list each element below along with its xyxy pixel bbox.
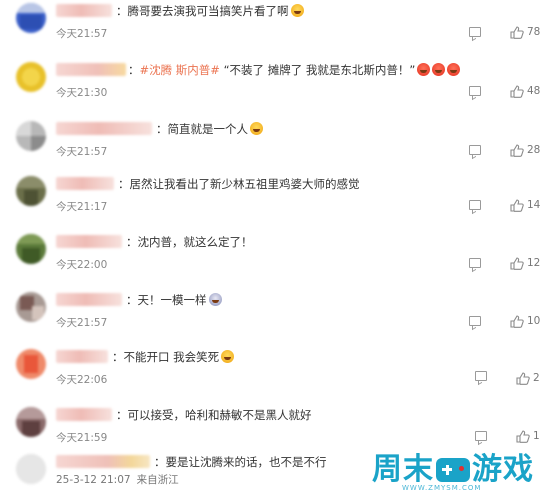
comment-text: ：居然让我看出了新少林五祖里鸡婆大师的感觉 — [118, 177, 360, 191]
comment-time: 今天22:00 — [56, 259, 108, 271]
username-blurred[interactable] — [56, 293, 122, 306]
comment-time: 今天22:06 — [56, 374, 108, 386]
comment-item: ：腾哥要去演我可当搞笑片看了啊 今天21:57 78 — [0, 0, 550, 58]
laugh-cry-emoji-icon — [447, 63, 461, 76]
like-count: 48 — [527, 85, 541, 97]
comment-text: ：要是让沈腾来的话，也不是不行 — [154, 455, 327, 469]
like-count: 28 — [527, 144, 541, 156]
comment-time: 今天21:17 — [56, 201, 108, 213]
username-blurred[interactable] — [56, 122, 152, 135]
comment-text: ：天！一模一样 — [126, 289, 222, 311]
reply-icon[interactable] — [469, 258, 481, 268]
site-url: WWW.ZMYSM.COM — [402, 484, 482, 492]
reply-icon[interactable] — [469, 27, 481, 37]
username-blurred[interactable] — [56, 350, 108, 363]
comment-time: 今天21:57 — [56, 146, 108, 158]
username-blurred[interactable] — [56, 235, 122, 248]
thumbs-up-icon[interactable] — [510, 315, 524, 328]
reply-icon[interactable] — [475, 371, 487, 381]
comment-time: 今天21:59 — [56, 432, 108, 444]
comment-item: ：沈内普，就这么定了！ 今天22:00 12 — [0, 231, 550, 289]
username-blurred[interactable] — [56, 408, 112, 421]
laugh-cry-emoji-icon — [432, 63, 446, 76]
username-blurred[interactable] — [56, 455, 150, 468]
thumbs-up-icon[interactable] — [510, 144, 524, 157]
comment-text: ：不能开口 我会笑死 — [112, 346, 235, 368]
username-blurred[interactable] — [56, 63, 126, 76]
avatar[interactable] — [16, 454, 46, 484]
gamepad-icon — [436, 458, 470, 482]
thumbs-up-icon[interactable] — [510, 26, 524, 39]
site-logo: 周末 游戏 — [372, 452, 534, 487]
reply-icon[interactable] — [469, 86, 481, 96]
like-count: 12 — [527, 257, 541, 269]
thumbs-up-icon[interactable] — [516, 372, 530, 385]
comment-item: ：简直就是一个人 今天21:57 28 — [0, 118, 550, 176]
comment-item: ：#沈腾 斯内普# “不装了 摊牌了 我就是东北斯内普！” 今天21:30 48 — [0, 59, 550, 117]
topic-link[interactable]: #沈腾 斯内普# — [140, 63, 220, 77]
laugh-emoji-icon — [290, 4, 304, 17]
like-count: 78 — [527, 26, 541, 38]
like-count: 14 — [527, 199, 541, 211]
like-count: 1 — [533, 430, 540, 442]
avatar[interactable] — [16, 234, 46, 264]
comment-text: ：可以接受，哈利和赫敏不是黑人就好 — [116, 408, 312, 422]
avatar[interactable] — [16, 176, 46, 206]
comment-text: ：简直就是一个人 — [156, 118, 263, 140]
comment-location: 来自浙江 — [136, 474, 179, 486]
avatar[interactable] — [16, 3, 46, 33]
comment-text: ：#沈腾 斯内普# “不装了 摊牌了 我就是东北斯内普！” — [128, 59, 461, 81]
comment-time: 今天21:30 — [56, 87, 108, 99]
comment-item: ：不能开口 我会笑死 今天22:06 2 — [0, 346, 550, 404]
avatar[interactable] — [16, 349, 46, 379]
comment-item: ：天！一模一样 今天21:57 10 — [0, 289, 550, 347]
reply-icon[interactable] — [469, 200, 481, 210]
comment-time: 今天21:57 — [56, 317, 108, 329]
laugh-cry-emoji-icon — [417, 63, 431, 76]
thumbs-up-icon[interactable] — [510, 199, 524, 212]
comment-time: 25-3-12 21:07 来自浙江 — [56, 474, 179, 486]
thumbs-up-icon[interactable] — [516, 430, 530, 443]
laugh-emoji-icon — [250, 122, 263, 135]
shocked-emoji-icon — [208, 293, 222, 306]
like-count: 10 — [527, 315, 541, 327]
comment-text: ：沈内普，就这么定了！ — [126, 235, 253, 249]
avatar[interactable] — [16, 121, 46, 151]
reply-icon[interactable] — [469, 316, 481, 326]
comment-time: 今天21:57 — [56, 28, 108, 40]
comment-item: ：居然让我看出了新少林五祖里鸡婆大师的感觉 今天21:17 14 — [0, 173, 550, 231]
comment-text: ：腾哥要去演我可当搞笑片看了啊 — [116, 0, 304, 22]
laugh-emoji-icon — [221, 350, 235, 363]
reply-icon[interactable] — [469, 145, 481, 155]
username-blurred[interactable] — [56, 177, 114, 190]
avatar[interactable] — [16, 407, 46, 437]
avatar[interactable] — [16, 292, 46, 322]
username-blurred[interactable] — [56, 4, 112, 17]
avatar[interactable] — [16, 62, 46, 92]
like-count: 2 — [533, 372, 540, 384]
thumbs-up-icon[interactable] — [510, 257, 524, 270]
thumbs-up-icon[interactable] — [510, 85, 524, 98]
reply-icon[interactable] — [475, 431, 487, 441]
